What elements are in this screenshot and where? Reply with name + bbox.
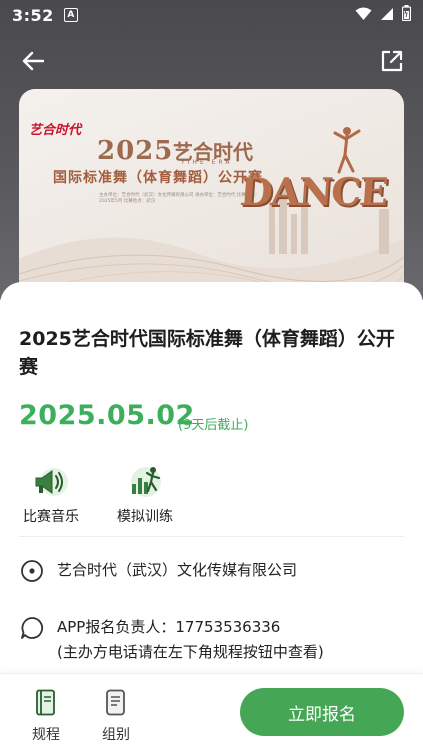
banner-year: 2025 <box>97 136 174 166</box>
rules-button[interactable]: 规程 <box>21 688 71 744</box>
signal-icon <box>380 6 394 25</box>
divider <box>19 536 404 537</box>
battery-icon <box>401 5 412 25</box>
chat-bubble-icon <box>19 615 45 641</box>
status-time: 3:52 <box>12 5 54 25</box>
training-button[interactable]: 模拟训练 <box>110 462 180 526</box>
event-date: 2025.05.02 <box>19 400 195 431</box>
target-icon <box>19 558 45 584</box>
contact-text: APP报名负责人：17753536336 (主办方电话请在左下角规程按钮中查看) <box>57 615 324 665</box>
document-icon <box>103 688 129 718</box>
arrow-left-icon <box>22 51 44 71</box>
status-icons <box>355 5 412 25</box>
open-external-icon <box>381 50 403 72</box>
event-deadline: (9天后截止) <box>178 418 249 433</box>
wifi-icon <box>355 6 372 25</box>
signup-button[interactable]: 立即报名 <box>240 688 404 736</box>
training-label: 模拟训练 <box>117 509 173 525</box>
open-external-button[interactable] <box>377 46 407 76</box>
contact-line-2: (主办方电话请在左下角规程按钮中查看) <box>57 643 324 661</box>
banner-subtitle: 国际标准舞（体育舞蹈）公开赛 <box>53 170 263 186</box>
group-button[interactable]: 组别 <box>91 688 141 744</box>
event-title: 2025艺合时代国际标准舞（体育舞蹈）公开赛 <box>19 328 395 378</box>
back-button[interactable] <box>18 46 48 76</box>
banner-brand-sub: YIHE ERA <box>181 159 233 166</box>
music-label: 比赛音乐 <box>23 509 79 525</box>
banner-logo: 艺合时代 <box>29 123 82 138</box>
screen: 3:52 A 艺合时代 2025 艺合时代 YIHE ERA 国际标准舞（体育舞… <box>0 0 423 752</box>
rules-label: 规程 <box>32 727 60 743</box>
notification-badge: A <box>63 8 78 22</box>
status-bar: 3:52 A <box>0 0 423 30</box>
event-banner-image: 艺合时代 2025 艺合时代 YIHE ERA 国际标准舞（体育舞蹈）公开赛 主… <box>19 89 404 307</box>
bottom-action-bar: 规程 组别 立即报名 <box>0 673 423 752</box>
banner-dance-word: DANCE <box>238 169 388 214</box>
book-icon <box>33 688 59 718</box>
training-chart-icon <box>125 462 165 502</box>
contact-line-1: APP报名负责人：17753536336 <box>57 618 281 636</box>
music-button[interactable]: 比赛音乐 <box>16 462 86 526</box>
contact-row[interactable]: APP报名负责人：17753536336 (主办方电话请在左下角规程按钮中查看) <box>19 615 324 665</box>
group-label: 组别 <box>102 727 130 743</box>
organizer-row: 艺合时代（武汉）文化传媒有限公司 <box>19 558 297 584</box>
megaphone-icon <box>31 462 71 502</box>
organizer-text: 艺合时代（武汉）文化传媒有限公司 <box>57 561 298 579</box>
